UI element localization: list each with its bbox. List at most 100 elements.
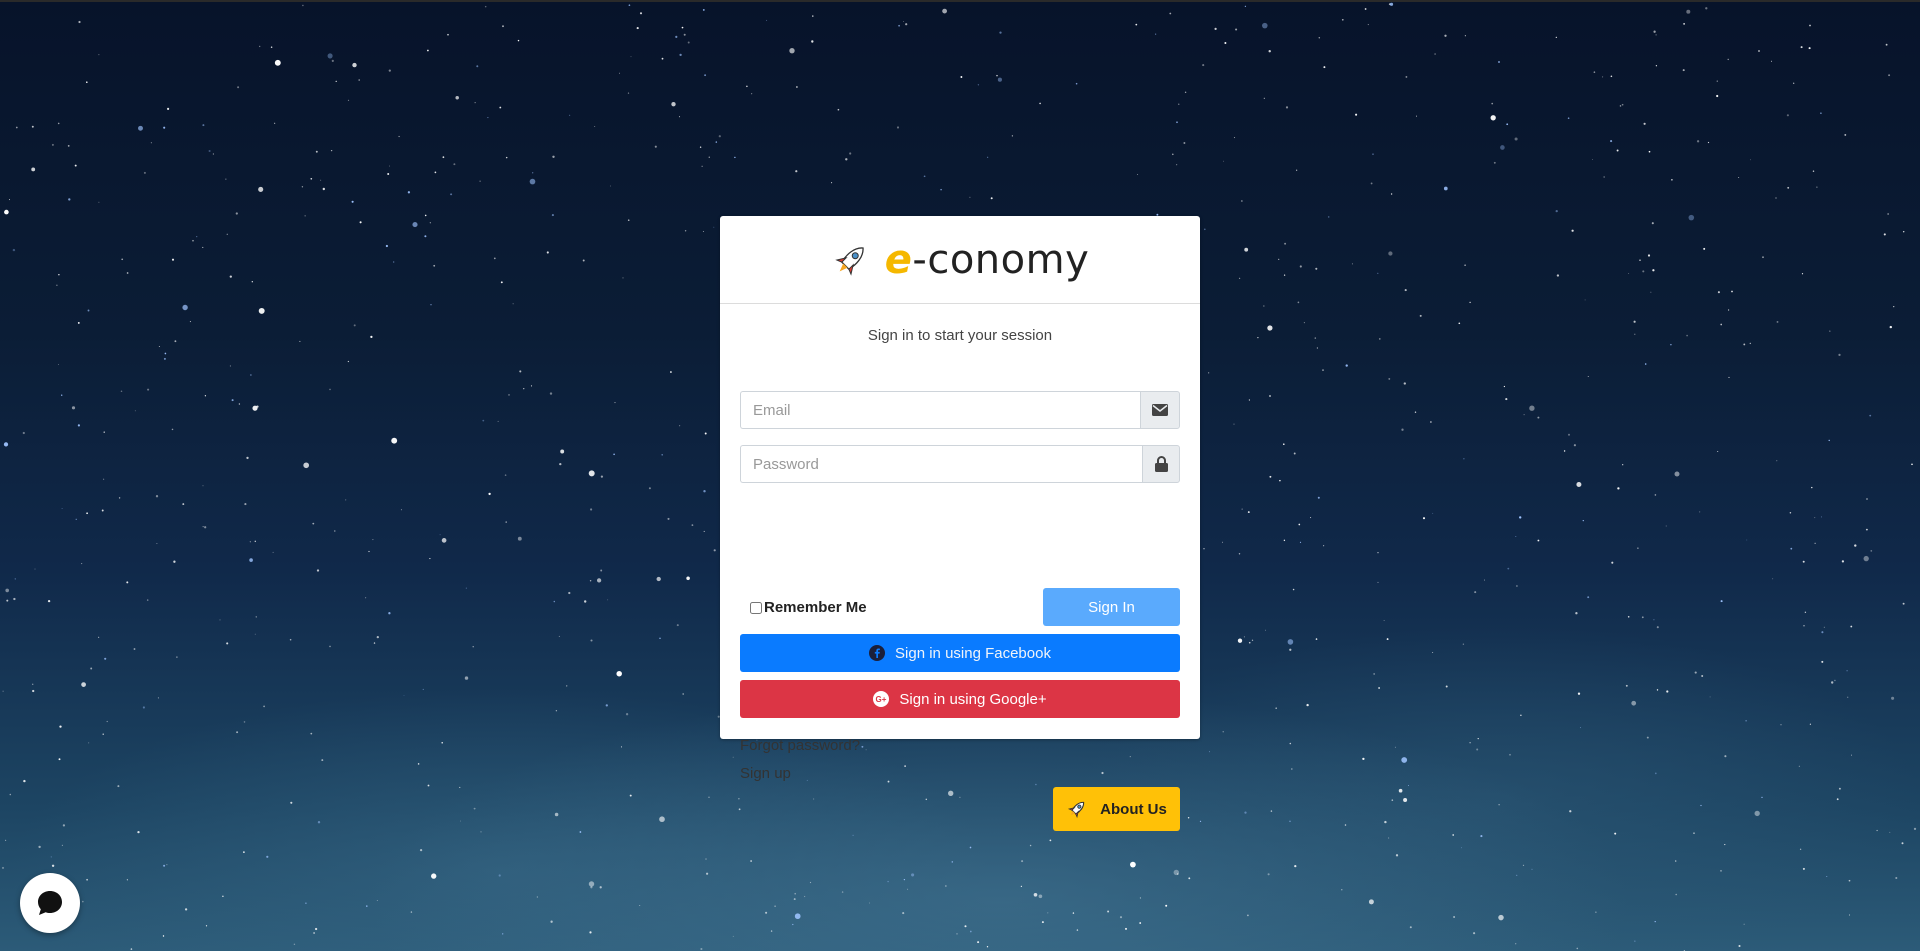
star [1263,97,1265,99]
facebook-sign-in-button[interactable]: Sign in using Facebook [740,634,1180,672]
password-input[interactable] [740,445,1142,483]
chat-widget-button[interactable] [20,873,80,933]
star [1458,322,1461,325]
star [1297,301,1300,304]
sign-up-link[interactable]: Sign up [740,765,791,782]
google-sign-in-button[interactable]: G+ Sign in using Google+ [740,680,1180,718]
star [243,851,245,853]
svg-text:G+: G+ [876,695,887,704]
sign-in-button[interactable]: Sign In [1043,588,1180,626]
star [192,239,194,242]
star [902,912,905,915]
star [1776,460,1778,462]
star [1633,320,1636,323]
rocket-icon [835,246,864,276]
star [1804,611,1807,613]
star [493,257,496,260]
star [1283,539,1286,542]
star [904,765,906,767]
star [1041,921,1044,924]
remember-me[interactable]: Remember Me [750,599,867,616]
star [58,274,60,276]
star [1430,421,1432,423]
star [1555,209,1558,213]
star [208,149,211,153]
star [1515,535,1517,538]
star [667,517,670,520]
star [1500,145,1505,150]
star [1408,785,1410,786]
star [713,549,716,552]
star [1270,810,1273,812]
star [1579,727,1582,729]
star [254,540,257,543]
star [1484,579,1485,581]
star [1367,24,1369,26]
star [1183,142,1186,144]
star [1035,783,1037,786]
star [226,642,229,645]
star [1262,22,1268,29]
star [1345,364,1348,367]
star [301,186,304,188]
star [77,321,80,324]
star [430,304,432,306]
star [699,146,702,148]
star [1717,450,1719,453]
star [1577,692,1581,695]
star [202,526,204,528]
star [1269,475,1272,478]
email-input-group [740,391,1180,429]
star [1838,787,1841,790]
star [1787,186,1790,189]
star [163,864,166,867]
brand-logo[interactable]: e-conomy [831,237,1090,283]
star [1520,714,1522,716]
star [1388,251,1393,256]
star [118,497,121,499]
star [1383,619,1385,621]
star [1101,771,1104,775]
star [365,597,367,599]
star [582,259,585,262]
star [1298,523,1301,526]
star [249,541,251,543]
star [837,108,840,111]
star [204,395,207,397]
star [1355,113,1358,116]
star [1296,169,1298,171]
star [86,878,88,881]
star [1895,876,1898,880]
star [700,947,703,951]
star [272,551,274,553]
forgot-password-link[interactable]: Forgot password? [740,737,860,754]
star [1373,673,1375,675]
lock-icon [1154,456,1168,472]
star [794,913,801,920]
star [704,74,707,77]
star [512,303,514,305]
remember-me-checkbox[interactable] [750,601,762,614]
star [205,925,208,927]
star [352,62,357,68]
star [1799,848,1802,850]
star [1316,347,1319,349]
star [1587,375,1589,377]
star [1267,325,1273,331]
email-input[interactable] [740,391,1140,429]
star [684,230,687,232]
star [304,215,306,217]
star [290,801,293,804]
star [1724,844,1726,846]
star [1384,820,1387,824]
star [1746,539,1748,541]
star [120,390,123,393]
star [1652,269,1655,272]
star [5,588,9,593]
star [155,495,159,498]
star [1275,707,1277,709]
about-us-button[interactable]: About Us [1053,787,1180,831]
star [98,54,100,56]
star [345,499,347,501]
star [62,824,66,827]
